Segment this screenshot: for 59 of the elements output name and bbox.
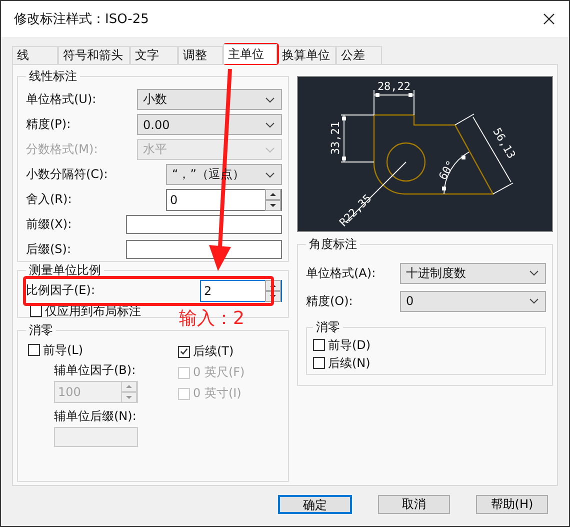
chevron-down-icon — [265, 172, 275, 178]
group-title: 测量单位比例 — [28, 262, 102, 279]
field-label: 后缀(S): — [26, 241, 72, 258]
checkbox-label: 前导(L) — [43, 342, 84, 358]
checkbox[interactable] — [30, 305, 42, 317]
window-title: 修改标注样式：ISO-25 — [14, 11, 149, 28]
dialog-button[interactable]: 取消 — [378, 495, 450, 514]
spin-buttons-icon[interactable] — [265, 188, 281, 210]
group-title: 消零 — [28, 322, 54, 339]
field-label: 精度(O): — [306, 292, 353, 310]
close-icon[interactable] — [543, 13, 555, 25]
group-title: 线性标注 — [28, 68, 78, 85]
dropdown[interactable]: 小数 — [137, 89, 282, 110]
field-label: 精度(P): — [26, 116, 71, 133]
field-label: 单位格式(U): — [26, 91, 96, 108]
field-label: 舍入(R): — [26, 191, 72, 208]
group-title: 角度标注 — [308, 236, 358, 253]
field-label: 辅单位后缀(N): — [54, 408, 138, 425]
checkbox[interactable] — [178, 346, 190, 358]
dropdown[interactable]: 十进制度数 — [400, 262, 546, 284]
annotation-text: 输入：2 — [179, 307, 244, 330]
tab[interactable]: 公差 — [336, 46, 382, 64]
tab[interactable]: 主单位 — [223, 44, 277, 64]
field-label: 分数格式(M): — [26, 141, 98, 158]
dimension-label: 33,21 — [329, 121, 342, 155]
checkbox-label: 前导(D) — [328, 336, 371, 354]
dimension-label: 28,22 — [377, 80, 411, 93]
checkbox-label: 后续(N) — [328, 354, 370, 372]
dialog-button[interactable]: 确定 — [278, 495, 352, 514]
tab[interactable]: 换算单位 — [277, 46, 336, 64]
chevron-down-icon — [529, 298, 539, 304]
chevron-down-icon — [529, 270, 539, 276]
input-field[interactable] — [126, 215, 282, 234]
dimension-label: 60° — [436, 158, 458, 182]
field-label: 前缀(X): — [26, 216, 72, 233]
group-title: 消零 — [315, 319, 341, 336]
field-label: 单位格式(A): — [306, 264, 376, 282]
tab[interactable]: 调整 — [178, 46, 223, 64]
checkbox-label: 0 英尺(F) — [193, 364, 245, 381]
checkbox-label: 后续(T) — [193, 343, 234, 360]
checkbox[interactable] — [28, 344, 40, 356]
input-field[interactable] — [54, 427, 138, 447]
dropdown[interactable]: 0.00 — [137, 114, 282, 135]
field-label: 辅单位因子(B): — [54, 362, 137, 379]
field-label: 小数分隔符(C): — [26, 166, 108, 183]
dialog-button[interactable]: 帮助(H) — [476, 495, 548, 514]
highlight-box — [223, 43, 279, 65]
tab[interactable]: 符号和箭头 — [58, 46, 130, 64]
tab[interactable]: 线 — [12, 46, 58, 64]
tab[interactable]: 文字 — [130, 46, 178, 64]
chevron-down-icon — [265, 146, 275, 152]
chevron-down-icon — [265, 96, 275, 102]
checkbox-label: 0 英寸(I) — [193, 385, 242, 402]
checkbox[interactable] — [313, 357, 325, 369]
dropdown[interactable]: 0 — [400, 290, 546, 312]
checkbox[interactable] — [313, 339, 325, 351]
chevron-down-icon — [265, 122, 275, 128]
input-field[interactable] — [126, 240, 282, 259]
field-label: 比例因子(E): — [26, 282, 95, 299]
